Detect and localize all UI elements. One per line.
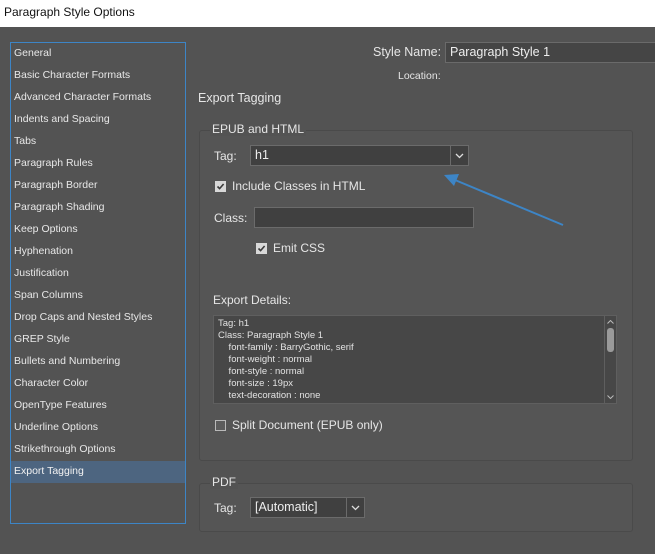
style-name-input[interactable]: Paragraph Style 1 bbox=[445, 42, 655, 63]
split-document-label[interactable]: Split Document (EPUB only) bbox=[232, 418, 383, 432]
epub-tag-value: h1 bbox=[255, 148, 269, 162]
export-details-box[interactable]: Tag: h1 Class: Paragraph Style 1 font-fa… bbox=[213, 315, 617, 404]
include-classes-label[interactable]: Include Classes in HTML bbox=[232, 179, 365, 193]
sidebar-item-hyphenation[interactable]: Hyphenation bbox=[11, 241, 185, 263]
sidebar-item-advanced-character-formats[interactable]: Advanced Character Formats bbox=[11, 87, 185, 109]
export-details-label: Export Details: bbox=[213, 293, 292, 307]
title-bar: Paragraph Style Options bbox=[0, 0, 655, 27]
sidebar-item-opentype-features[interactable]: OpenType Features bbox=[11, 395, 185, 417]
checkmark-icon bbox=[257, 245, 266, 252]
sidebar-item-span-columns[interactable]: Span Columns bbox=[11, 285, 185, 307]
class-label: Class: bbox=[214, 211, 248, 225]
export-detail-line: font-family : BarryGothic, serif bbox=[218, 342, 354, 353]
scroll-up-arrow-icon[interactable] bbox=[605, 317, 616, 327]
epub-tag-select[interactable]: h1 bbox=[250, 145, 469, 166]
pdf-tag-value: [Automatic] bbox=[255, 500, 318, 514]
scroll-down-arrow-icon[interactable] bbox=[605, 392, 616, 402]
scroll-thumb[interactable] bbox=[607, 328, 614, 352]
sidebar-item-underline-options[interactable]: Underline Options bbox=[11, 417, 185, 439]
split-document-checkbox[interactable] bbox=[215, 420, 226, 431]
sidebar-item-paragraph-border[interactable]: Paragraph Border bbox=[11, 175, 185, 197]
emit-css-label[interactable]: Emit CSS bbox=[273, 241, 325, 255]
emit-css-checkbox[interactable] bbox=[256, 243, 267, 254]
export-detail-line: font-weight : normal bbox=[218, 354, 312, 365]
sidebar-item-keep-options[interactable]: Keep Options bbox=[11, 219, 185, 241]
epub-tag-label: Tag: bbox=[214, 149, 237, 163]
section-title: Export Tagging bbox=[198, 91, 282, 105]
sidebar-item-character-color[interactable]: Character Color bbox=[11, 373, 185, 395]
include-classes-checkbox[interactable] bbox=[215, 181, 226, 192]
pdf-tag-select[interactable]: [Automatic] bbox=[250, 497, 365, 518]
export-detail-line: font-style : normal bbox=[218, 366, 305, 377]
epub-html-group-title: EPUB and HTML bbox=[210, 122, 307, 136]
sidebar-item-export-tagging[interactable]: Export Tagging bbox=[11, 461, 185, 483]
export-detail-line: text-decoration : none bbox=[218, 390, 321, 401]
chevron-down-icon[interactable] bbox=[450, 146, 468, 165]
chevron-down-icon[interactable] bbox=[346, 498, 364, 517]
sidebar-item-general[interactable]: General bbox=[11, 43, 185, 65]
sidebar-item-tabs[interactable]: Tabs bbox=[11, 131, 185, 153]
pdf-tag-label: Tag: bbox=[214, 501, 237, 515]
checkmark-icon bbox=[216, 183, 225, 190]
sidebar-item-drop-caps-and-nested-styles[interactable]: Drop Caps and Nested Styles bbox=[11, 307, 185, 329]
sidebar-item-paragraph-rules[interactable]: Paragraph Rules bbox=[11, 153, 185, 175]
sidebar-item-grep-style[interactable]: GREP Style bbox=[11, 329, 185, 351]
sidebar-item-bullets-and-numbering[interactable]: Bullets and Numbering bbox=[11, 351, 185, 373]
class-input[interactable] bbox=[254, 207, 474, 228]
details-scrollbar[interactable] bbox=[604, 316, 616, 403]
export-detail-line: Tag: h1 bbox=[218, 318, 250, 329]
sidebar-item-justification[interactable]: Justification bbox=[11, 263, 185, 285]
sidebar-item-indents-and-spacing[interactable]: Indents and Spacing bbox=[11, 109, 185, 131]
sidebar-item-paragraph-shading[interactable]: Paragraph Shading bbox=[11, 197, 185, 219]
sidebar-item-strikethrough-options[interactable]: Strikethrough Options bbox=[11, 439, 185, 461]
sidebar-item-basic-character-formats[interactable]: Basic Character Formats bbox=[11, 65, 185, 87]
category-list[interactable]: General Basic Character Formats Advanced… bbox=[10, 42, 186, 524]
export-detail-line: Class: Paragraph Style 1 bbox=[218, 330, 324, 341]
export-detail-line: font-size : 19px bbox=[218, 378, 293, 389]
window-title: Paragraph Style Options bbox=[4, 5, 135, 19]
pdf-group-title: PDF bbox=[210, 475, 238, 489]
location-label: Location: bbox=[398, 70, 441, 82]
style-name-label: Style Name: bbox=[373, 45, 442, 59]
